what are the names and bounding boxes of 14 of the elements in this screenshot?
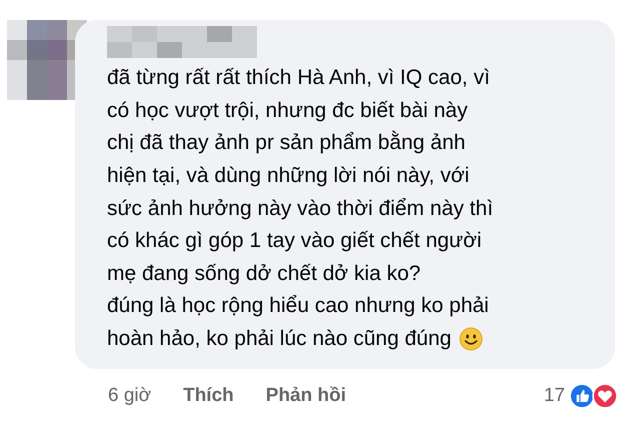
- comment-text-line: hoàn hảo, ko phải lúc nào cũng đúng: [107, 327, 452, 352]
- comment-text-line: mẹ đang sống dở chết dở kia ko?: [107, 262, 421, 286]
- comment-text-line: đúng là học rộng hiểu cao nhưng ko phải: [107, 294, 489, 318]
- action-link[interactable]: Phản hồi: [266, 385, 346, 408]
- comment-text-line: chị đã thay ảnh pr sản phẩm bằng ảnh: [107, 131, 466, 156]
- reaction-count[interactable]: 17: [544, 385, 565, 408]
- comment-text-line: có khác gì góp 1 tay vào giết chết người: [107, 229, 482, 254]
- comment-text-line: đã từng rất rất thích Hà Anh, vì IQ cao, vì: [107, 66, 490, 90]
- comment-text-line: có học vượt trội, nhưng đc biết bài này: [107, 98, 468, 123]
- thumbs-up-icon: [569, 383, 595, 410]
- timestamp: 6 giờ: [108, 385, 152, 408]
- comment-text-line: hiện tại, và dùng những lời nói này, với: [107, 164, 470, 188]
- action-link[interactable]: Thích: [183, 385, 234, 408]
- comment-text-line: sức ảnh hưởng này vào thời điểm này thì: [107, 196, 494, 221]
